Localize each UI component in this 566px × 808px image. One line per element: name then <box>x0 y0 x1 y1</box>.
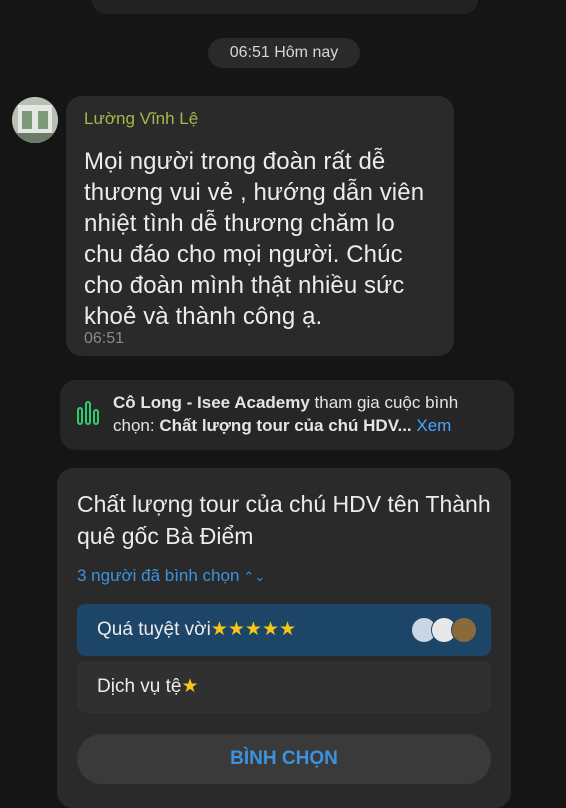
chevron-updown-icon: ⌃⌄ <box>243 569 266 584</box>
sender-avatar[interactable] <box>12 97 58 143</box>
star-icons: ★★★★★ <box>210 619 297 640</box>
notice-text: Cô Long - Isee Academy tham gia cuộc bìn… <box>113 391 503 437</box>
poll-option-1[interactable]: Quá tuyệt vời★★★★★ <box>77 604 491 656</box>
view-link[interactable]: Xem <box>412 416 451 435</box>
vote-button[interactable]: BÌNH CHỌN <box>77 734 491 784</box>
notice-actor: Cô Long - Isee Academy <box>113 393 310 412</box>
previous-message-bubble <box>92 0 478 14</box>
poll-card: Chất lượng tour của chú HDV tên Thành qu… <box>57 468 511 808</box>
date-divider: 06:51 Hôm nay <box>208 38 360 68</box>
voters-count-toggle[interactable]: 3 người đã bình chọn ⌃⌄ <box>77 566 491 586</box>
poll-option-2[interactable]: Dịch vụ tệ★ <box>77 661 491 713</box>
message-time: 06:51 <box>84 330 125 347</box>
voter-avatar <box>451 617 477 643</box>
voters-count: 3 người đã bình chọn <box>77 566 240 585</box>
sender-name[interactable]: Lường Vĩnh Lệ <box>84 108 436 130</box>
poll-option-label: Dịch vụ tệ <box>97 676 182 697</box>
message-text: Mọi người trong đoàn rất dễ thương vui v… <box>84 148 425 330</box>
poll-join-notice[interactable]: Cô Long - Isee Academy tham gia cuộc bìn… <box>60 380 514 450</box>
star-icon: ★ <box>181 676 199 697</box>
poll-title: Chất lượng tour của chú HDV tên Thành qu… <box>77 491 491 549</box>
notice-poll-ref: Chất lượng tour của chú HDV... <box>159 416 412 435</box>
poll-option-label: Quá tuyệt vời <box>97 619 211 640</box>
message-bubble[interactable]: Lường Vĩnh Lệ Mọi người trong đoàn rất d… <box>66 96 454 356</box>
poll-icon <box>77 400 99 431</box>
